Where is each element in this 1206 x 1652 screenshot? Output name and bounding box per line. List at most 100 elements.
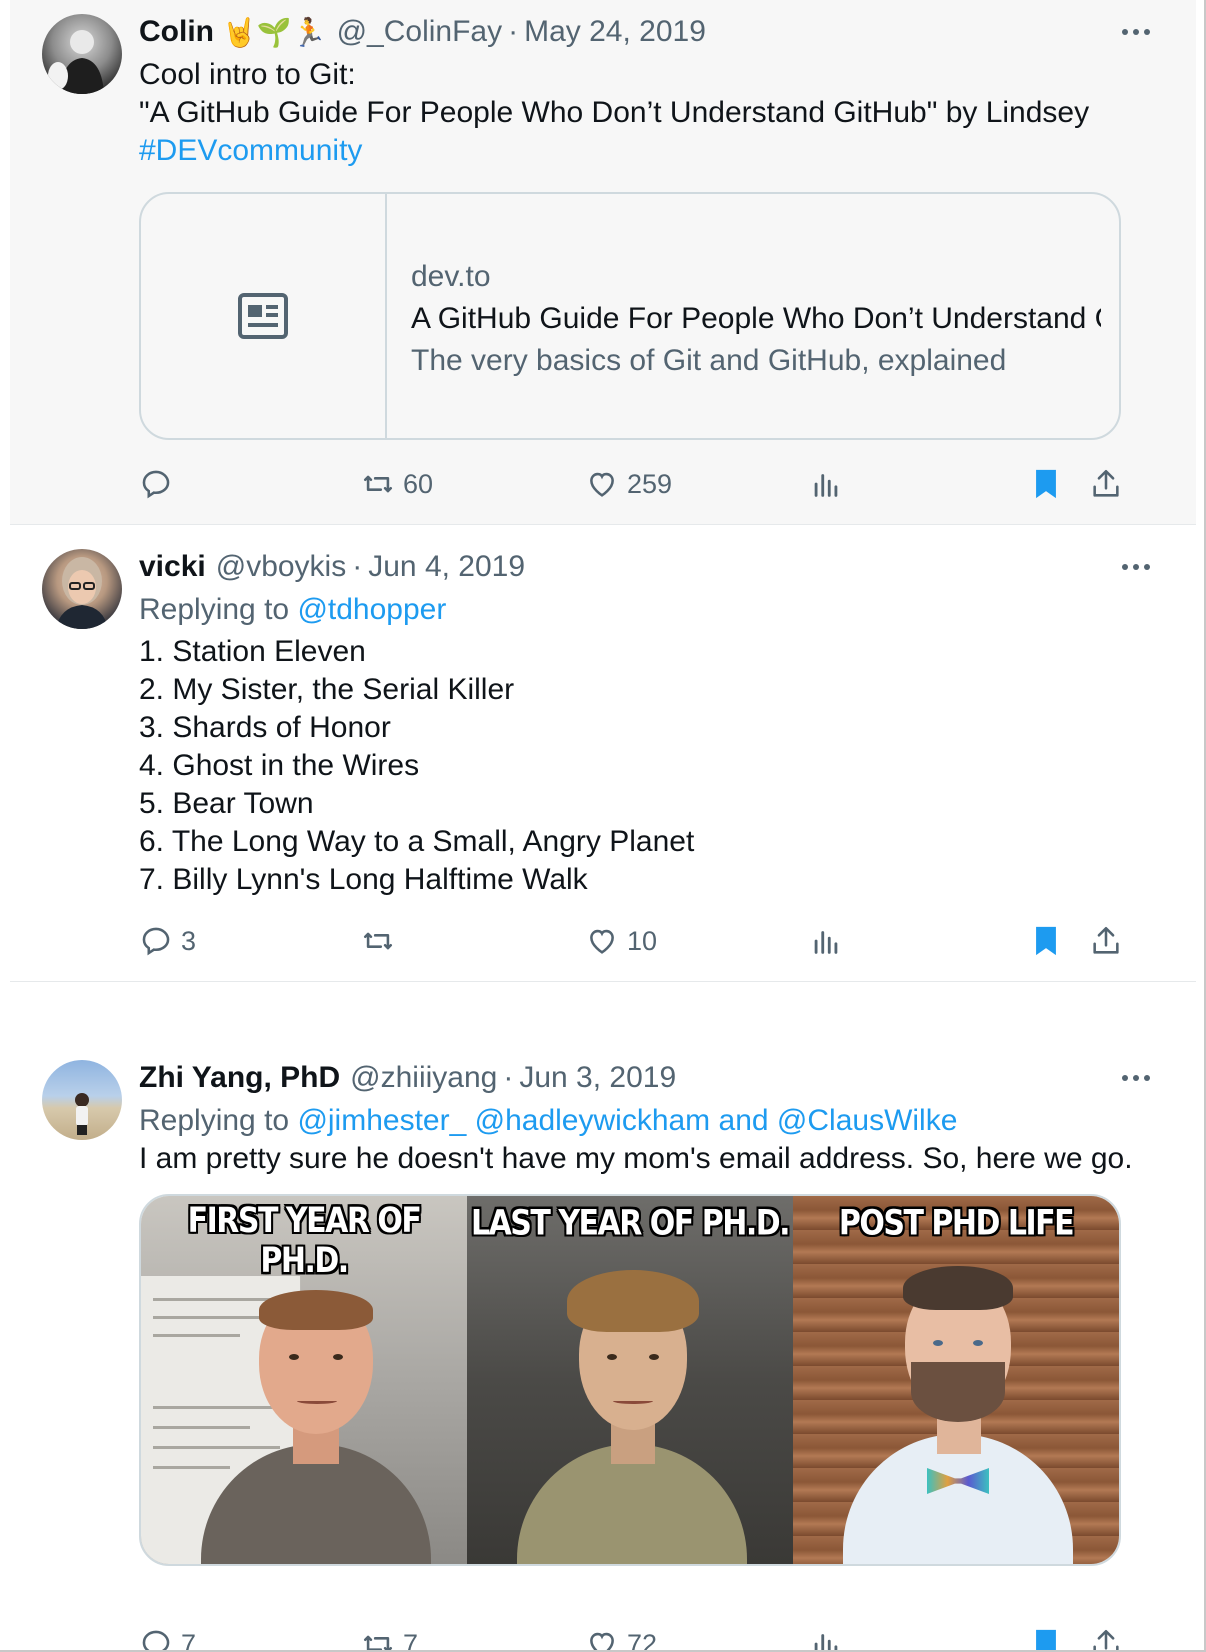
like-button[interactable]: 72 xyxy=(585,1624,658,1652)
retweet-button[interactable]: 7 xyxy=(361,1624,419,1652)
like-icon xyxy=(590,1632,614,1650)
timeline: Colin 🤘🌱🏃 @_ColinFay · May 24, 2019 Cool… xyxy=(0,0,1206,1652)
bookmark-button[interactable] xyxy=(1029,921,1063,961)
replying-to-label: Replying to xyxy=(139,1104,290,1137)
bookmark-button[interactable] xyxy=(1029,1624,1063,1650)
card-title: A GitHub Guide For People Who Don’t Unde… xyxy=(411,302,1101,335)
mention-link[interactable]: @jimhester_ xyxy=(297,1104,466,1137)
bookmark-button[interactable] xyxy=(1029,464,1063,504)
media-panel-first-year: FIRST YEAR OF PH.D. xyxy=(141,1196,467,1564)
tweet-header: Zhi Yang, PhD @zhiiiyang · Jun 3, 2019 xyxy=(139,1058,1100,1098)
author-name[interactable]: vicki xyxy=(139,550,206,584)
retweet-icon xyxy=(363,475,393,493)
tweet-vicki[interactable]: vicki @vboykis · Jun 4, 2019 Replying to… xyxy=(10,525,1196,982)
person-2 xyxy=(517,1254,747,1564)
tweet-zhi-yang[interactable]: Zhi Yang, PhD @zhiiiyang · Jun 3, 2019 R… xyxy=(10,982,1196,1652)
views-button[interactable] xyxy=(809,921,843,961)
mention-and: and xyxy=(718,1104,769,1137)
left-gutter xyxy=(0,0,10,1650)
card-text: dev.to A GitHub Guide For People Who Don… xyxy=(411,256,1101,382)
tweet-text: Cool intro to Git: "A GitHub Guide For P… xyxy=(139,56,1156,170)
link-card[interactable]: dev.to A GitHub Guide For People Who Don… xyxy=(139,192,1121,440)
author-handle[interactable]: @_ColinFay xyxy=(337,15,503,49)
replying-to: Replying to @jimhester_ @hadleywickham a… xyxy=(139,1102,1156,1140)
list-item: 6. The Long Way to a Small, Angry Planet xyxy=(139,825,695,858)
tweet-text-line: I am pretty sure he doesn't have my mom'… xyxy=(139,1142,1133,1175)
like-button[interactable]: 10 xyxy=(585,921,657,961)
replying-to-label: Replying to xyxy=(139,593,290,626)
author-handle[interactable]: @vboykis xyxy=(216,550,347,584)
retweet-count: 60 xyxy=(403,468,434,499)
media-panel-last-year: LAST YEAR OF PH.D. xyxy=(467,1196,793,1564)
action-bar: 60 259 xyxy=(139,464,1171,504)
list-item: 3. Shards of Honor xyxy=(139,711,391,744)
more-icon[interactable] xyxy=(1116,1058,1156,1098)
mention-link[interactable]: @hadleywickham xyxy=(475,1104,711,1137)
avatar[interactable] xyxy=(42,549,122,629)
share-icon xyxy=(1093,926,1119,954)
retweet-button[interactable]: 60 xyxy=(361,464,433,504)
views-button[interactable] xyxy=(809,464,843,504)
retweet-button[interactable] xyxy=(361,921,403,961)
tweet-date[interactable]: Jun 4, 2019 xyxy=(368,550,525,584)
list-item: 5. Bear Town xyxy=(139,787,314,820)
more-icon[interactable] xyxy=(1116,12,1156,52)
views-icon xyxy=(814,474,838,497)
reply-button[interactable]: 3 xyxy=(139,921,196,961)
like-count: 72 xyxy=(627,1628,658,1652)
reply-count: 3 xyxy=(181,925,197,956)
retweet-count: 7 xyxy=(403,1628,419,1652)
media-caption: LAST YEAR OF PH.D. xyxy=(470,1203,791,1244)
tweet-text: Replying to @tdhopper 1. Station Eleven … xyxy=(139,591,1156,899)
media-caption: POST PHD LIFE xyxy=(838,1203,1075,1244)
media-image[interactable]: FIRST YEAR OF PH.D. LAST YEAR OF PH.D. P… xyxy=(139,1194,1121,1566)
avatar[interactable] xyxy=(42,14,122,94)
tweet-header: vicki @vboykis · Jun 4, 2019 xyxy=(139,547,1100,587)
like-count: 259 xyxy=(627,468,673,499)
mention-link[interactable]: @tdhopper xyxy=(297,593,446,626)
like-icon xyxy=(590,929,614,954)
views-icon xyxy=(814,1634,838,1650)
person-3 xyxy=(843,1244,1073,1564)
list-item: 4. Ghost in the Wires xyxy=(139,749,420,782)
author-name[interactable]: Colin xyxy=(139,15,214,49)
reply-button[interactable] xyxy=(139,464,181,504)
share-button[interactable] xyxy=(1089,464,1123,504)
tweet-text: Replying to @jimhester_ @hadleywickham a… xyxy=(139,1102,1156,1178)
tweet-colin[interactable]: Colin 🤘🌱🏃 @_ColinFay · May 24, 2019 Cool… xyxy=(10,0,1196,525)
author-emojis: 🤘🌱🏃 xyxy=(222,16,327,48)
avatar[interactable] xyxy=(42,1060,122,1140)
more-icon[interactable] xyxy=(1116,547,1156,587)
like-count: 10 xyxy=(627,925,658,956)
tweet-text-line: "A GitHub Guide For People Who Don’t Und… xyxy=(139,96,1090,129)
action-bar: 3 10 xyxy=(139,921,1171,961)
share-button[interactable] xyxy=(1089,1624,1123,1650)
tweet-header: Colin 🤘🌱🏃 @_ColinFay · May 24, 2019 xyxy=(139,12,1100,52)
replying-to: Replying to @tdhopper xyxy=(139,591,1156,629)
media-panel-post-phd: POST PHD LIFE xyxy=(793,1196,1119,1564)
hashtag-link[interactable]: #DEVcommunity xyxy=(139,132,1156,170)
share-button[interactable] xyxy=(1089,921,1123,961)
card-domain: dev.to xyxy=(411,260,491,293)
reply-icon xyxy=(142,927,170,956)
tweet-text-line: Cool intro to Git: xyxy=(139,58,356,91)
reply-button[interactable]: 7 xyxy=(139,1624,197,1652)
share-icon xyxy=(1093,469,1119,497)
person-1 xyxy=(201,1264,431,1564)
bookmark-icon xyxy=(1036,926,1056,956)
bookmark-icon xyxy=(1036,1629,1056,1650)
tweet-date[interactable]: May 24, 2019 xyxy=(524,15,706,49)
views-button[interactable] xyxy=(809,1624,843,1650)
author-handle[interactable]: @zhiiiyang xyxy=(350,1061,497,1095)
list-item: 7. Billy Lynn's Long Halftime Walk xyxy=(139,863,588,896)
views-icon xyxy=(814,931,838,954)
separator: · xyxy=(503,1061,514,1094)
reply-count: 7 xyxy=(181,1628,197,1652)
author-name[interactable]: Zhi Yang, PhD xyxy=(139,1061,340,1095)
reply-icon xyxy=(142,470,170,499)
like-button[interactable]: 259 xyxy=(585,464,672,504)
separator: · xyxy=(508,15,519,48)
mention-link[interactable]: @ClausWilke xyxy=(777,1104,957,1137)
tweet-date[interactable]: Jun 3, 2019 xyxy=(519,1061,676,1095)
bookmark-icon xyxy=(1036,469,1056,499)
